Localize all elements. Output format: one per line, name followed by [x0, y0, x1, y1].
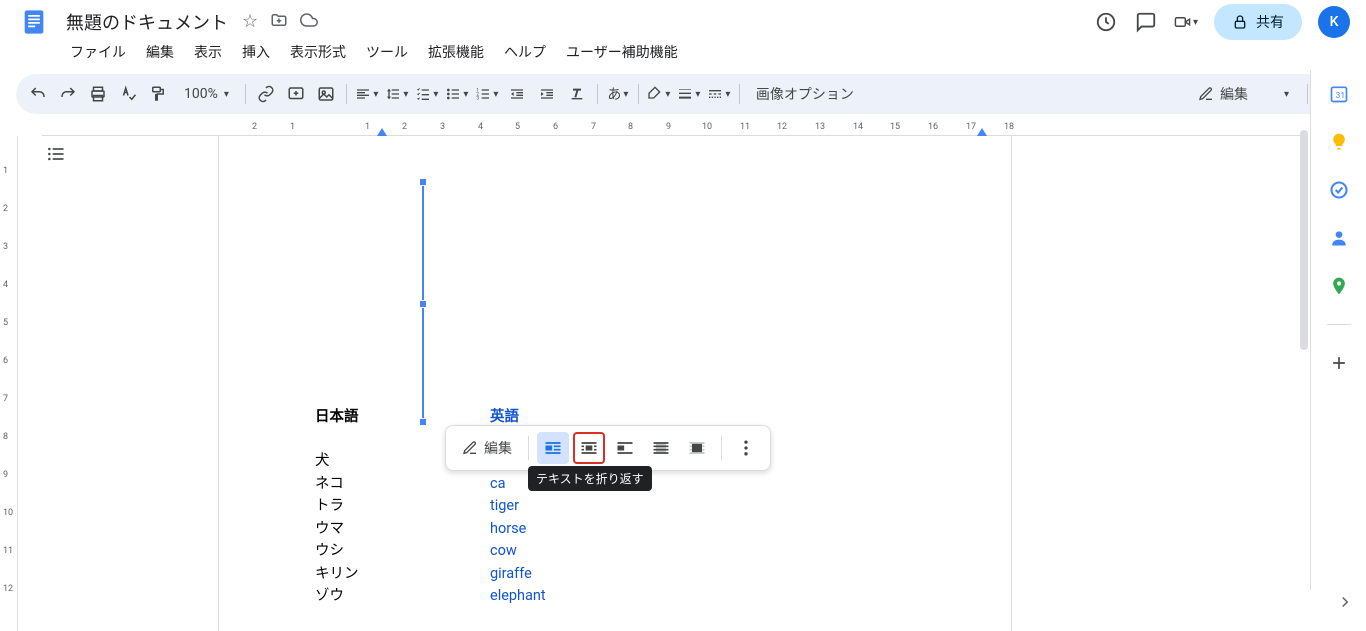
toolbar: 100%▾ ▾ ▾ ▾ ▾ 123▾ あ▾ ▾ ▾ ▾ 画像オプション 編集 ▾: [16, 74, 1350, 114]
float-edit-button[interactable]: 編集: [454, 434, 520, 462]
checklist-icon[interactable]: ▾: [413, 80, 441, 108]
hide-sidepanel-icon[interactable]: [1336, 593, 1354, 615]
spellcheck-icon[interactable]: [114, 80, 142, 108]
share-button[interactable]: 共有: [1214, 4, 1302, 40]
account-avatar[interactable]: K: [1318, 6, 1350, 38]
bulleted-list-icon[interactable]: ▾: [443, 80, 471, 108]
resize-handle-mid[interactable]: [419, 300, 427, 308]
calendar-icon[interactable]: 31: [1329, 84, 1349, 104]
menu-view[interactable]: 表示: [186, 38, 230, 66]
print-icon[interactable]: [84, 80, 112, 108]
resize-handle-top[interactable]: [419, 178, 427, 186]
menu-file[interactable]: ファイル: [62, 38, 134, 66]
image-options-button[interactable]: 画像オプション: [746, 84, 864, 104]
menu-help[interactable]: ヘルプ: [496, 38, 554, 66]
edit-mode-dropdown[interactable]: 編集 ▾: [1186, 84, 1301, 104]
contacts-icon[interactable]: [1329, 228, 1349, 248]
move-icon[interactable]: [270, 11, 288, 34]
redo-icon[interactable]: [54, 80, 82, 108]
menu-tools[interactable]: ツール: [358, 38, 416, 66]
svg-text:3: 3: [477, 95, 480, 101]
indent-increase-icon[interactable]: [533, 80, 561, 108]
border-color-icon[interactable]: ▾: [645, 80, 673, 108]
star-icon[interactable]: ☆: [242, 11, 258, 34]
insert-image-icon[interactable]: [312, 80, 340, 108]
vertical-ruler[interactable]: 1 2 3 4 5 6 7 8 9 10 11 12: [0, 136, 18, 631]
scrollbar[interactable]: [1300, 130, 1308, 350]
doc-title[interactable]: 無題のドキュメント: [60, 7, 234, 37]
tooltip: テキストを折り返す: [528, 466, 652, 491]
clear-format-icon[interactable]: [563, 80, 591, 108]
image-float-toolbar: 編集: [445, 425, 771, 471]
numbered-list-icon[interactable]: 123▾: [473, 80, 501, 108]
wrap-behind-icon[interactable]: [645, 432, 677, 464]
document-page[interactable]: 日本語英語 犬 ネコca トラtiger ウマhorse ウシcow キリンgi…: [218, 136, 1012, 631]
docs-app-icon[interactable]: [16, 4, 52, 40]
horizontal-ruler[interactable]: 2 1 1 2 3 4 5 6 7 8 9 10 11 12 13 14 15 …: [42, 120, 1306, 136]
outline-toggle-icon[interactable]: [42, 140, 70, 168]
menubar: ファイル 編集 表示 挿入 表示形式 ツール 拡張機能 ヘルプ ユーザー補助機能: [0, 36, 1366, 68]
link-icon[interactable]: [252, 80, 280, 108]
history-icon[interactable]: [1094, 10, 1118, 34]
border-weight-icon[interactable]: ▾: [675, 80, 703, 108]
menu-format[interactable]: 表示形式: [282, 38, 354, 66]
indent-decrease-icon[interactable]: [503, 80, 531, 108]
add-comment-icon[interactable]: [282, 80, 310, 108]
indent-marker-left[interactable]: [377, 128, 387, 136]
side-panel: 31: [1310, 70, 1366, 590]
line-spacing-icon[interactable]: ▾: [383, 80, 411, 108]
maps-icon[interactable]: [1329, 276, 1349, 296]
paint-format-icon[interactable]: [144, 80, 172, 108]
zoom-dropdown[interactable]: 100%▾: [174, 86, 239, 102]
border-dash-icon[interactable]: ▾: [705, 80, 733, 108]
wrap-text-icon[interactable]: [573, 432, 605, 464]
input-tools-icon[interactable]: あ▾: [604, 80, 632, 108]
share-label: 共有: [1256, 12, 1284, 32]
meet-icon[interactable]: ▾: [1174, 10, 1198, 34]
add-addon-icon[interactable]: [1329, 353, 1349, 373]
menu-extensions[interactable]: 拡張機能: [420, 38, 492, 66]
menu-edit[interactable]: 編集: [138, 38, 182, 66]
wrap-break-icon[interactable]: [609, 432, 641, 464]
cloud-status-icon[interactable]: [300, 11, 318, 34]
menu-insert[interactable]: 挿入: [234, 38, 278, 66]
keep-icon[interactable]: [1329, 132, 1349, 152]
indent-marker-right[interactable]: [977, 128, 987, 136]
undo-icon[interactable]: [24, 80, 52, 108]
wrap-inline-icon[interactable]: [537, 432, 569, 464]
more-options-icon[interactable]: [730, 432, 762, 464]
wrap-front-icon[interactable]: [681, 432, 713, 464]
menu-accessibility[interactable]: ユーザー補助機能: [558, 38, 686, 66]
align-dropdown-icon[interactable]: ▾: [353, 80, 381, 108]
comments-icon[interactable]: [1134, 10, 1158, 34]
svg-text:31: 31: [1335, 91, 1344, 101]
tasks-icon[interactable]: [1329, 180, 1349, 200]
selected-image[interactable]: [419, 182, 427, 422]
